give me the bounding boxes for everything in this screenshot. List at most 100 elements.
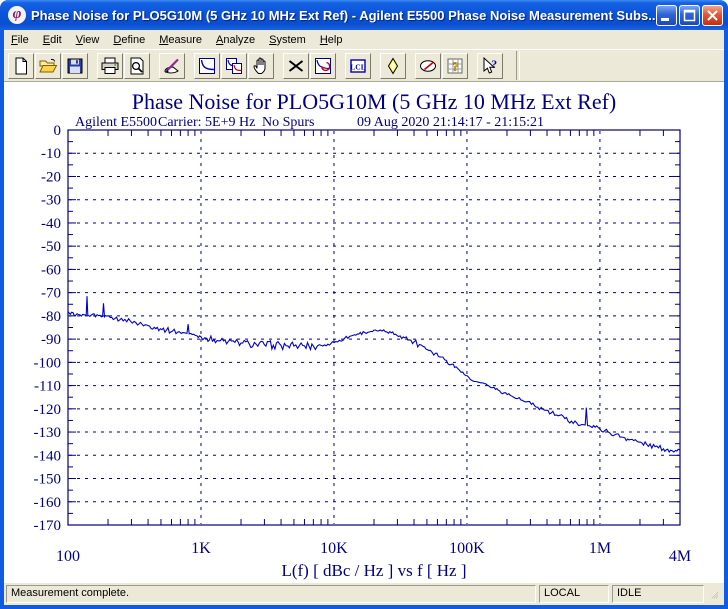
- curve-plot-button[interactable]: [194, 52, 220, 79]
- y-tick-label: -60: [41, 262, 61, 278]
- x-tick-label: 1M: [589, 540, 611, 557]
- minimize-button[interactable]: [656, 4, 677, 26]
- menu-system[interactable]: System: [262, 32, 313, 48]
- y-tick-label: -120: [34, 402, 62, 418]
- y-tick-label: -110: [34, 379, 61, 395]
- resize-grip[interactable]: [707, 585, 722, 603]
- context-help-button[interactable]: ?: [477, 52, 503, 79]
- plot-ticks: [68, 130, 680, 525]
- save-button[interactable]: [62, 52, 88, 79]
- menu-measure[interactable]: Measure: [152, 32, 209, 48]
- pan-button[interactable]: [248, 52, 274, 79]
- chart-area: Phase Noise for PLO5G10M (5 GHz 10 MHz E…: [4, 82, 724, 583]
- x-tick-label: 100K: [449, 540, 485, 557]
- svg-text:?: ?: [491, 59, 497, 71]
- close-icon: [707, 9, 718, 21]
- chart-svg: Phase Noise for PLO5G10M (5 GHz 10 MHz E…: [34, 89, 692, 580]
- y-tick-label: -160: [34, 495, 62, 511]
- maximize-icon: [683, 9, 696, 21]
- copy-plots-icon: [224, 56, 244, 76]
- meter-icon: [418, 56, 438, 76]
- window-controls: [656, 4, 723, 26]
- curve-plot-icon: [197, 56, 217, 76]
- chart-spurs-label: No Spurs: [262, 115, 315, 130]
- lcl-button[interactable]: LCL: [345, 52, 371, 79]
- toolbar-group: ?: [415, 52, 469, 79]
- trace-path: [67, 296, 681, 454]
- copy-plots-button[interactable]: [221, 52, 247, 79]
- chart-carrier-label: Carrier: 5E+9 Hz: [158, 115, 255, 130]
- chart-title: Phase Noise for PLO5G10M (5 GHz 10 MHz E…: [132, 89, 617, 114]
- sweep-marker-button[interactable]: [380, 52, 406, 79]
- menu-edit[interactable]: Edit: [36, 32, 69, 48]
- app-window: φ Phase Noise for PLO5G10M (5 GHz 10 MHz…: [0, 0, 728, 609]
- open-button[interactable]: [35, 52, 61, 79]
- menu-file[interactable]: File: [4, 32, 36, 48]
- y-tick-label: -20: [41, 169, 61, 185]
- y-tick-label: 0: [54, 123, 62, 139]
- close-button[interactable]: [702, 4, 723, 26]
- replot-button[interactable]: [310, 52, 336, 79]
- toolbar-group: LCL: [345, 52, 372, 79]
- print-preview-button[interactable]: [124, 52, 150, 79]
- meter-button[interactable]: [415, 52, 441, 79]
- resize-grip-icon: [711, 591, 718, 599]
- chart-instrument-label: Agilent E5500: [75, 115, 157, 130]
- status-bar: Measurement complete. LOCAL IDLE: [4, 583, 724, 605]
- toolbar-group: [194, 52, 275, 79]
- toolbar-separator: [516, 51, 520, 80]
- plot-grid: [69, 131, 679, 524]
- y-tick-label: -10: [41, 146, 61, 162]
- status-message: Measurement complete.: [6, 585, 536, 603]
- toolbar: LCL??: [4, 49, 724, 82]
- window-title: Phase Noise for PLO5G10M (5 GHz 10 MHz E…: [31, 7, 656, 23]
- lcl-icon: LCL: [348, 56, 368, 76]
- save-icon: [65, 56, 85, 76]
- phase-noise-trace: [67, 296, 681, 454]
- app-phi-icon[interactable]: φ: [8, 6, 26, 24]
- y-tick-label: -100: [34, 355, 62, 371]
- plot-border: [67, 129, 681, 526]
- toolbar-group: [159, 52, 186, 79]
- status-idle-indicator: IDLE: [612, 585, 704, 603]
- y-tick-label: -30: [41, 193, 61, 209]
- y-tick-label: -80: [41, 309, 61, 325]
- annotate-button[interactable]: [159, 52, 185, 79]
- delete-icon: [286, 56, 306, 76]
- svg-text:LCL: LCL: [350, 62, 365, 71]
- menu-define[interactable]: Define: [106, 32, 152, 48]
- menu-help[interactable]: Help: [313, 32, 350, 48]
- chart-datetime-label: 09 Aug 2020 21:14:17 - 21:15:21: [357, 115, 544, 130]
- sweep-marker-icon: [383, 56, 403, 76]
- print-icon: [100, 56, 120, 76]
- replot-icon: [313, 56, 333, 76]
- x-tick-label: 10K: [320, 540, 348, 557]
- menu-analyze[interactable]: Analyze: [209, 32, 262, 48]
- title-bar[interactable]: φ Phase Noise for PLO5G10M (5 GHz 10 MHz…: [0, 0, 728, 30]
- y-tick-label: -170: [34, 518, 62, 534]
- toolbar-group: ?: [477, 52, 504, 79]
- x-tick-label: 100: [56, 548, 80, 565]
- context-help-icon: ?: [480, 56, 500, 76]
- delete-button[interactable]: [283, 52, 309, 79]
- y-tick-label: -50: [41, 239, 61, 255]
- minimize-icon: [661, 17, 669, 21]
- menu-view[interactable]: View: [69, 32, 107, 48]
- print-button[interactable]: [97, 52, 123, 79]
- spur-grid-icon: ?: [445, 56, 465, 76]
- new-button[interactable]: [8, 52, 34, 79]
- pan-icon: [251, 56, 271, 76]
- status-local-indicator: LOCAL: [539, 585, 609, 603]
- y-tick-label: -40: [41, 216, 61, 232]
- x-tick-label: 4M: [669, 548, 691, 565]
- maximize-button[interactable]: [679, 4, 700, 26]
- menu-bar: File Edit View Define Measure Analyze System He…: [4, 30, 724, 49]
- new-icon: [11, 56, 31, 76]
- toolbar-group: [8, 52, 89, 79]
- y-tick-label: -90: [41, 332, 61, 348]
- spur-grid-button[interactable]: ?: [442, 52, 468, 79]
- y-tick-label: -150: [34, 472, 62, 488]
- x-axis-label: L(f) [ dBc / Hz ] vs f [ Hz ]: [281, 561, 466, 580]
- svg-text:?: ?: [452, 60, 458, 74]
- axis-tick-labels: 0 -10 -20 -30 -40 -50 -60 -70 -80 -90 -100 -110 -120…: [34, 123, 692, 565]
